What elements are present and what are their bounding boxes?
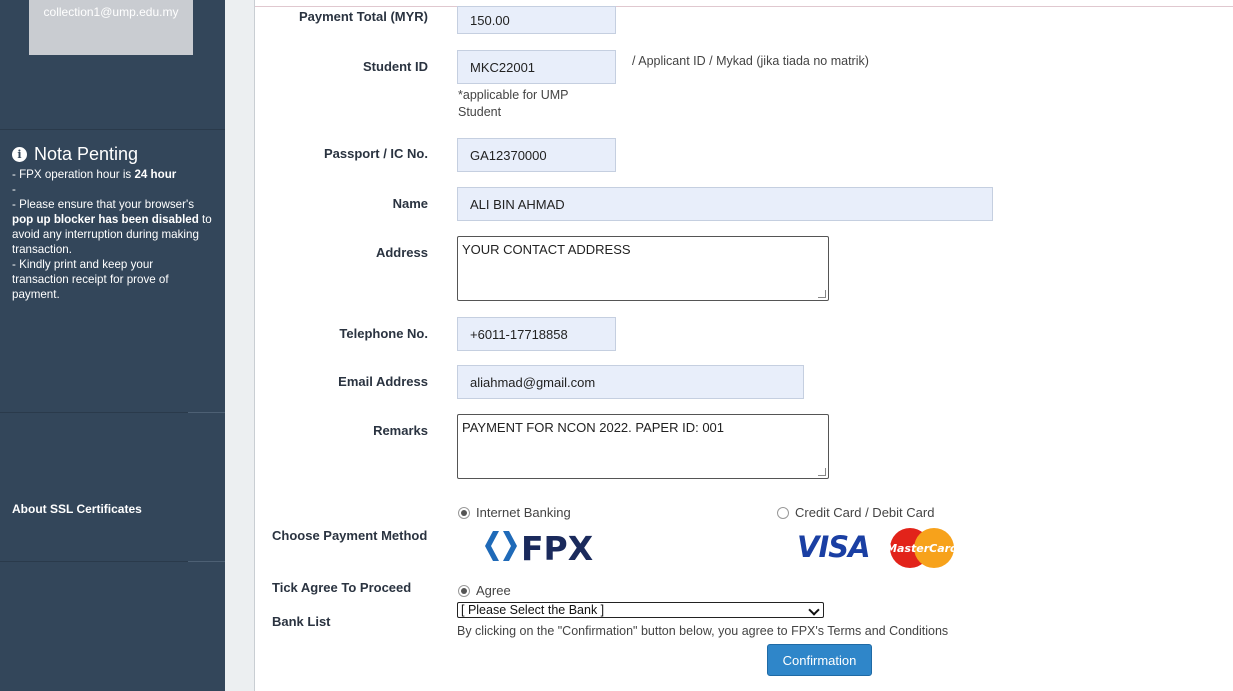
telephone-field[interactable]: +6011-17718858 xyxy=(457,317,616,351)
visa-logo-icon: VISA xyxy=(797,530,871,564)
student-id-field[interactable]: MKC22001 xyxy=(457,50,616,84)
top-border xyxy=(255,6,1233,7)
terms-text: By clicking on the "Confirmation" button… xyxy=(457,624,949,638)
passport-field[interactable]: GA12370000 xyxy=(457,138,616,172)
fpx-logo-icon: FPX xyxy=(485,529,593,565)
address-label: Address xyxy=(375,245,428,260)
student-id-note: *applicable for UMP Student xyxy=(458,88,569,119)
chevron-down-icon xyxy=(808,604,820,616)
radio-unchecked-icon[interactable] xyxy=(777,506,789,519)
mastercard-logo-icon: MasterCard xyxy=(887,528,957,568)
radio-checked-icon[interactable] xyxy=(458,506,470,519)
sidebar-email: collection1@ump.edu.my xyxy=(29,0,193,55)
email-label: Email Address xyxy=(338,374,428,389)
name-label: Name xyxy=(392,196,428,211)
sidebar-divider xyxy=(0,412,188,413)
bank-select-value: [ Please Select the Bank ] xyxy=(461,603,605,617)
email-field[interactable]: aliahmad@gmail.com xyxy=(457,365,804,399)
agree-option-label: Agree xyxy=(476,583,511,598)
agree-radio[interactable]: Agree xyxy=(458,583,511,598)
credit-card-radio[interactable]: Credit Card / Debit Card xyxy=(777,505,934,520)
student-id-hint: / Applicant ID / Mykad (jika tiada no ma… xyxy=(632,54,869,68)
radio-checked-icon[interactable] xyxy=(458,584,470,597)
agree-label: Tick Agree To Proceed xyxy=(272,580,412,595)
info-icon: i xyxy=(12,147,27,162)
remarks-value: PAYMENT FOR NCON 2022. PAPER ID: 001 xyxy=(462,420,725,435)
mastercard-logo-text: MasterCard xyxy=(887,542,957,555)
remarks-textarea[interactable]: PAYMENT FOR NCON 2022. PAPER ID: 001 xyxy=(457,414,829,479)
student-id-label: Student ID xyxy=(363,59,428,74)
resize-handle-icon[interactable] xyxy=(818,290,826,298)
about-ssl-link[interactable]: About SSL Certificates xyxy=(12,502,142,516)
bank-list-label: Bank List xyxy=(272,614,331,629)
payment-total-field[interactable]: 150.00 xyxy=(457,6,616,34)
sidebar-divider xyxy=(0,129,225,130)
address-textarea[interactable]: YOUR CONTACT ADDRESS xyxy=(457,236,829,301)
payment-method-label: Choose Payment Method xyxy=(272,528,428,543)
sidebar-divider xyxy=(0,561,188,562)
sidebar-divider xyxy=(188,561,225,562)
name-field[interactable]: ALI BIN AHMAD xyxy=(457,187,993,221)
internet-banking-label: Internet Banking xyxy=(476,505,571,520)
payment-total-label: Payment Total (MYR) xyxy=(298,9,428,24)
nota-title: Nota Penting xyxy=(34,144,139,164)
visa-logo-text: VISA xyxy=(797,530,871,564)
fpx-logo-text: FPX xyxy=(521,529,593,565)
sidebar-divider xyxy=(188,412,225,413)
internet-banking-radio[interactable]: Internet Banking xyxy=(458,505,571,520)
nota-penting-panel: i Nota Penting - FPX operation hour is 2… xyxy=(12,144,212,302)
bank-select[interactable]: [ Please Select the Bank ] xyxy=(457,602,824,618)
confirmation-button[interactable]: Confirmation xyxy=(767,644,872,676)
telephone-label: Telephone No. xyxy=(339,326,428,341)
sidebar: collection1@ump.edu.my i Nota Penting - … xyxy=(0,0,225,691)
passport-label: Passport / IC No. xyxy=(323,146,428,161)
content-gutter xyxy=(225,0,255,691)
nota-text: - FPX operation hour is 24 hour - - Please… xyxy=(12,168,212,301)
address-value: YOUR CONTACT ADDRESS xyxy=(462,242,631,257)
nota-title-row: i Nota Penting xyxy=(12,144,212,165)
resize-handle-icon[interactable] xyxy=(818,468,826,476)
credit-card-label: Credit Card / Debit Card xyxy=(795,505,935,520)
remarks-label: Remarks xyxy=(373,423,428,438)
